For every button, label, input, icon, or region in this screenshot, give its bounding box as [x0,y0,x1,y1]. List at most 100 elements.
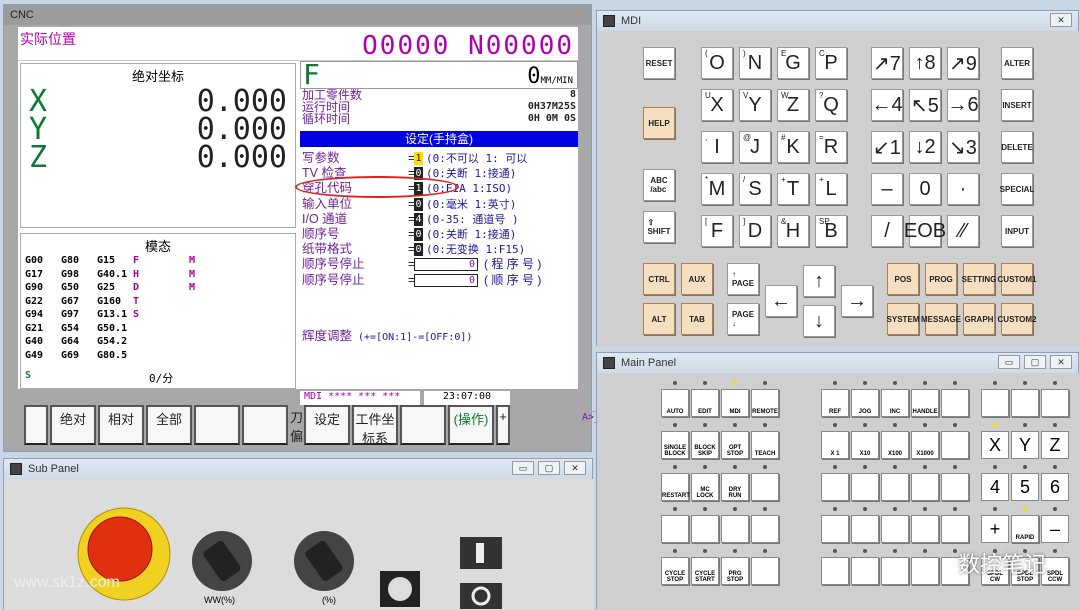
machine-key[interactable] [661,515,689,543]
number-key[interactable]: →6 [947,89,979,121]
param-row[interactable]: 顺序号 = 0 (0:关断 1:接通) [302,227,578,242]
machine-key[interactable]: OPT STOP [721,431,749,459]
machine-key[interactable]: X 1 [821,431,849,459]
page-up-key[interactable]: ↑ PAGE [727,263,759,295]
number-key[interactable]: · [947,173,979,205]
number-key[interactable]: 0 [909,173,941,205]
seq-stop-row[interactable]: 顺序号停止 = 0( 顺 序 号 ) [302,273,578,288]
edit-key[interactable]: ALTER [1001,47,1033,79]
machine-key[interactable]: 4 [981,473,1009,501]
machine-key[interactable]: REF [821,389,849,417]
letter-key[interactable]: (O [701,47,733,79]
letter-key[interactable]: ] D [739,215,771,247]
machine-key[interactable]: RAPID [1011,515,1039,543]
machine-key[interactable] [911,557,939,585]
number-key[interactable]: ↘3 [947,131,979,163]
machine-key[interactable]: REMOTE [751,389,779,417]
number-key[interactable]: – [871,173,903,205]
machine-key[interactable]: X100 [881,431,909,459]
letter-key[interactable]: + T [777,173,809,205]
cursor-right-key[interactable]: → [841,285,873,317]
mdi-title-bar[interactable]: MDI [597,11,1078,31]
machine-key[interactable]: MDI [721,389,749,417]
softkey[interactable] [242,405,288,445]
modifier-key[interactable]: AUX [681,263,713,295]
machine-key[interactable] [751,515,779,543]
softkey[interactable]: + [496,405,510,445]
modifier-key[interactable]: TAB [681,303,713,335]
machine-key[interactable]: TEACH [751,431,779,459]
machine-key[interactable]: BLOCK SKIP [691,431,719,459]
number-key[interactable]: ↗9 [947,47,979,79]
letter-key[interactable]: / S [739,173,771,205]
close-button[interactable]: ✕ [1050,13,1072,27]
machine-key[interactable]: DRY RUN [721,473,749,501]
softkey[interactable] [194,405,240,445]
edit-key[interactable]: SPECIAL [1000,173,1034,205]
machine-key[interactable]: – [1041,515,1069,543]
function-key[interactable]: GRAPH [963,303,995,335]
param-row[interactable]: 纸带格式 = 0 (0:无变换 1:F15) [302,242,578,257]
letter-key[interactable]: SP B [815,215,847,247]
machine-key[interactable] [751,557,779,585]
machine-key[interactable]: X [981,431,1009,459]
close-button[interactable]: ✕ [1050,355,1072,369]
letter-key[interactable]: @ J [739,131,771,163]
machine-key[interactable] [941,389,969,417]
machine-key[interactable]: Z [1041,431,1069,459]
minimize-button[interactable]: ▭ [512,461,534,475]
machine-key[interactable]: INC [881,389,909,417]
machine-key[interactable]: CYCLE STOP [661,557,689,585]
maximize-button[interactable]: ▢ [1024,355,1046,369]
letter-key[interactable]: WZ [777,89,809,121]
seq-stop-row[interactable]: 顺序号停止 = 0( 程 序 号 ) [302,257,578,272]
modifier-key[interactable]: CTRL [643,263,675,295]
machine-key[interactable] [1011,389,1039,417]
letter-key[interactable]: ) N [739,47,771,79]
close-button[interactable]: ✕ [564,461,586,475]
softkey[interactable]: 刀偏 [290,405,303,445]
machine-key[interactable] [821,515,849,543]
letter-key[interactable]: EG [777,47,809,79]
machine-key[interactable] [691,515,719,543]
edit-key[interactable]: INSERT [1001,89,1033,121]
number-key[interactable]: / [871,215,903,247]
letter-key[interactable]: VY [739,89,771,121]
number-key[interactable]: ↗7 [871,47,903,79]
letter-key[interactable]: * M [701,173,733,205]
letter-key[interactable]: = R [815,131,847,163]
machine-key[interactable]: RESTART [661,473,690,501]
machine-key[interactable]: PRG STOP [721,557,749,585]
machine-key[interactable] [981,389,1009,417]
function-key[interactable]: PROG [925,263,957,295]
softkey[interactable] [24,405,48,445]
page-down-key[interactable]: PAGE ↓ [727,303,759,335]
shift-key[interactable]: ⇧ SHIFT [643,211,675,243]
minimize-button[interactable]: ▭ [998,355,1020,369]
edit-key[interactable]: INPUT [1001,215,1033,247]
cursor-up-key[interactable]: ↑ [803,265,835,297]
maximize-button[interactable]: ▢ [538,461,560,475]
softkey[interactable]: 工件坐标系 [352,405,398,446]
number-key[interactable]: ↓2 [909,131,941,163]
letter-key[interactable]: + L [815,173,847,205]
letter-key[interactable]: [F [701,215,733,247]
machine-key[interactable] [821,557,849,585]
number-key[interactable]: ↖5 [909,89,941,121]
function-key[interactable]: CUSTOM2 [998,303,1036,335]
function-key[interactable]: SYSTEM [887,303,919,335]
machine-key[interactable]: CYCLE START [691,557,719,585]
machine-key[interactable] [941,473,969,501]
machine-key[interactable] [851,473,879,501]
number-key[interactable]: ⁄⁄ [947,215,979,247]
machine-key[interactable] [821,473,849,501]
cursor-down-key[interactable]: ↓ [803,305,835,337]
letter-key[interactable]: ,I [701,131,733,163]
function-key[interactable]: MESSAGE [921,303,961,335]
number-key[interactable]: ↙1 [871,131,903,163]
machine-key[interactable] [881,557,909,585]
abc-key[interactable]: ABC/abc [643,169,675,201]
modifier-key[interactable]: ALT [643,303,675,335]
machine-key[interactable]: + [981,515,1009,543]
letter-key[interactable]: UX [701,89,733,121]
